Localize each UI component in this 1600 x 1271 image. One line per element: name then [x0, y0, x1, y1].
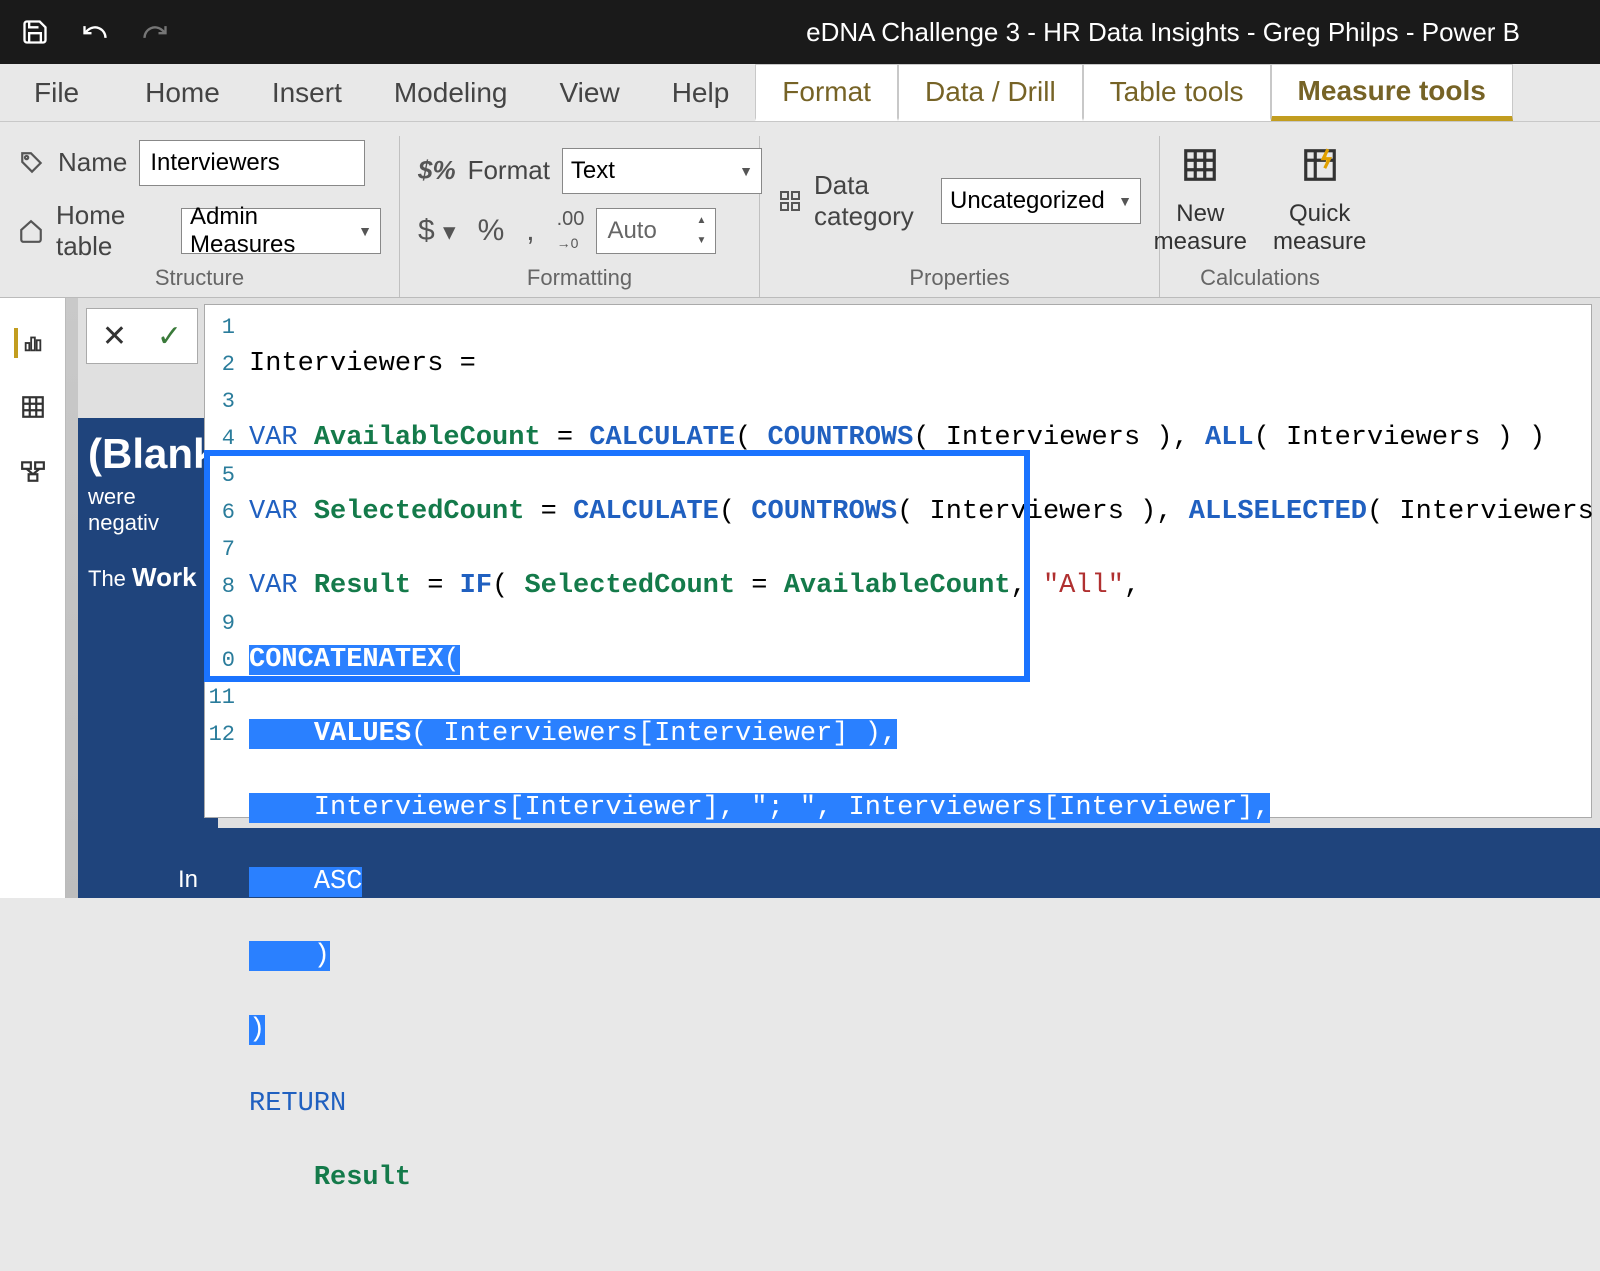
quick-measure-label2: measure	[1273, 228, 1366, 256]
menu-modeling[interactable]: Modeling	[368, 64, 534, 121]
chevron-down-icon: ▼	[739, 163, 753, 179]
format-icon: $%	[418, 155, 456, 186]
view-rail	[0, 298, 66, 898]
undo-icon[interactable]	[80, 17, 110, 47]
window-title: eDNA Challenge 3 - HR Data Insights - Gr…	[720, 17, 1520, 48]
data-view-button[interactable]	[18, 392, 48, 422]
menu-tabletools[interactable]: Table tools	[1083, 64, 1271, 121]
home-icon	[18, 217, 44, 245]
code-lines[interactable]: Interviewers = VAR AvailableCount = CALC…	[249, 309, 1591, 1271]
dax-editor[interactable]: 1 2 3 4 5 6 7 8 9 0 11 12 Interviewers =…	[204, 304, 1592, 818]
hometable-select[interactable]: Admin Measures ▼	[181, 208, 381, 254]
measure-name-input[interactable]	[139, 140, 365, 186]
spin-up-icon[interactable]: ▲	[689, 211, 713, 231]
line-number-gutter: 1 2 3 4 5 6 7 8 9 0 11 12	[205, 305, 239, 817]
datacategory-select[interactable]: Uncategorized ▼	[941, 178, 1141, 224]
format-value: Text	[571, 157, 615, 185]
menu-file[interactable]: File	[0, 64, 119, 121]
ribbon-caption-structure: Structure	[18, 265, 381, 297]
menu-view[interactable]: View	[534, 64, 646, 121]
report-view-button[interactable]	[14, 328, 44, 358]
new-measure-label1: New	[1176, 200, 1224, 228]
menu-datadrill[interactable]: Data / Drill	[898, 64, 1083, 121]
decimal-places-input[interactable]: Auto ▲▼	[596, 208, 716, 254]
menu-format[interactable]: Format	[755, 64, 898, 121]
ribbon-caption-formatting: Formatting	[418, 265, 741, 297]
decimal-places-value: Auto	[607, 217, 656, 245]
work-area: (Blank) were negativ The Work In ✕ ✓ 1 2…	[0, 298, 1600, 898]
thousands-button[interactable]: ,	[526, 214, 534, 248]
gutter	[66, 298, 78, 898]
spin-down-icon[interactable]: ▼	[689, 231, 713, 251]
menu-bar: File Home Insert Modeling View Help Form…	[0, 64, 1600, 122]
quick-measure-label1: Quick	[1289, 200, 1350, 228]
canvas: (Blank) were negativ The Work In ✕ ✓ 1 2…	[78, 298, 1600, 898]
model-view-button[interactable]	[18, 456, 48, 486]
format-label: Format	[468, 155, 550, 186]
title-bar: eDNA Challenge 3 - HR Data Insights - Gr…	[0, 0, 1600, 64]
new-measure-label2: measure	[1154, 228, 1247, 256]
cancel-formula-button[interactable]: ✕	[102, 319, 127, 354]
commit-formula-button[interactable]: ✓	[157, 319, 182, 354]
hometable-label: Home table	[56, 200, 169, 262]
save-icon[interactable]	[20, 17, 50, 47]
ribbon-caption-properties: Properties	[778, 265, 1141, 297]
formula-bar: ✕ ✓ 1 2 3 4 5 6 7 8 9 0 11 12	[78, 298, 1600, 818]
table-icon	[1181, 146, 1219, 194]
ribbon-group-properties: Data category Uncategorized ▼ Properties	[760, 136, 1160, 297]
redo-icon[interactable]	[140, 17, 170, 47]
name-label: Name	[58, 147, 127, 178]
category-icon	[778, 187, 802, 215]
chevron-down-icon: ▼	[1118, 193, 1132, 209]
table-lightning-icon	[1301, 146, 1339, 194]
menu-insert[interactable]: Insert	[246, 64, 368, 121]
datacategory-label: Data category	[814, 170, 929, 232]
ribbon: Name Home table Admin Measures ▼ Structu…	[0, 122, 1600, 298]
chevron-down-icon: ▼	[358, 223, 372, 239]
menu-measuretools[interactable]: Measure tools	[1271, 64, 1513, 121]
formula-bar-buttons: ✕ ✓	[86, 308, 198, 364]
tag-icon	[18, 149, 46, 177]
decimal-button[interactable]: .00→0	[557, 208, 585, 254]
hometable-value: Admin Measures	[190, 203, 358, 259]
report-strip-label: In	[178, 866, 198, 894]
currency-button[interactable]: $ ▾	[418, 214, 456, 248]
menu-help[interactable]: Help	[646, 64, 756, 121]
quick-measure-button[interactable]: Quick measure	[1265, 146, 1374, 256]
percent-button[interactable]: %	[478, 214, 505, 248]
ribbon-caption-calcs: Calculations	[1178, 265, 1342, 297]
ribbon-group-calculations: New measure Quick measure Calculations	[1160, 136, 1360, 297]
ribbon-group-structure: Name Home table Admin Measures ▼ Structu…	[0, 136, 400, 297]
menu-home[interactable]: Home	[119, 64, 246, 121]
format-select[interactable]: Text ▼	[562, 148, 762, 194]
datacategory-value: Uncategorized	[950, 187, 1105, 215]
ribbon-group-formatting: $% Format Text ▼ $ ▾ % , .00→0 Auto ▲▼	[400, 136, 760, 297]
new-measure-button[interactable]: New measure	[1146, 146, 1255, 256]
